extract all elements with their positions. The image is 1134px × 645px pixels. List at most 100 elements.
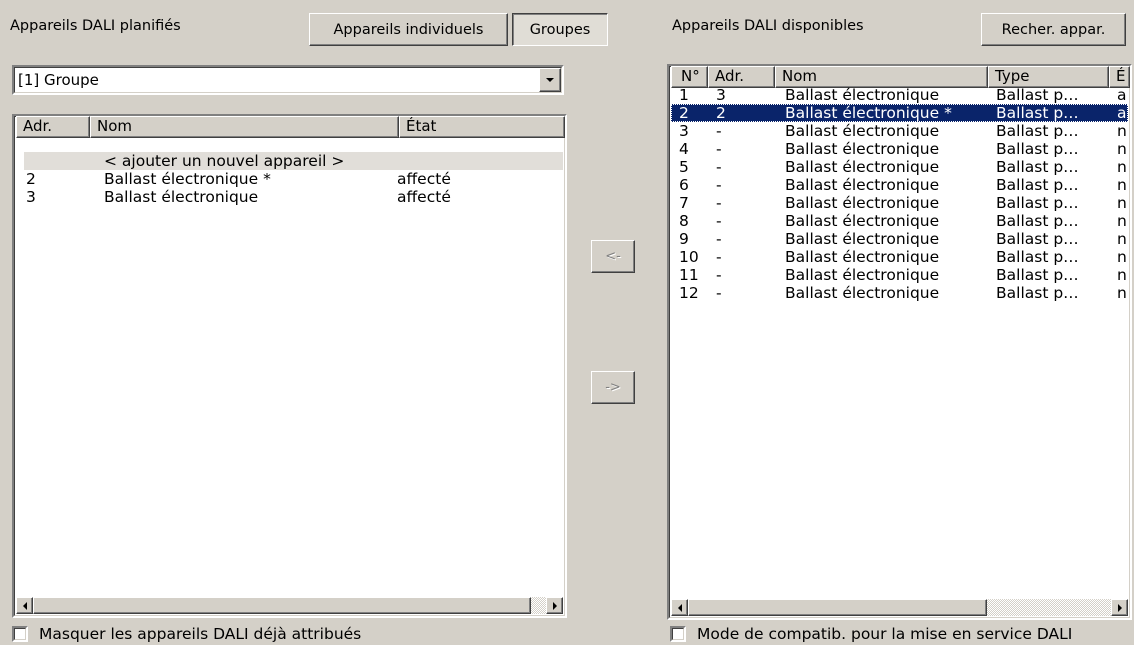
available-row-etat: n [1117, 140, 1127, 158]
available-col-type[interactable]: Type [988, 66, 1109, 88]
available-devices-title: Appareils DALI disponibles [672, 18, 864, 34]
available-row-type: Ballast p… [996, 248, 1079, 266]
available-row-n: 12 [679, 284, 699, 302]
move-right-button[interactable]: -> [591, 371, 635, 404]
available-row-adr: - [716, 122, 722, 140]
search-devices-label: Recher. appar. [1001, 21, 1106, 38]
table-row[interactable]: 1 3 Ballast électronique Ballast p… a [671, 86, 1128, 104]
available-row-adr: - [716, 230, 722, 248]
move-left-label: <- [605, 249, 621, 264]
arrow-right-icon [1117, 603, 1122, 612]
available-col-nom[interactable]: Nom [775, 66, 988, 88]
groups-label: Groupes [529, 21, 591, 38]
planned-row-adr: 3 [26, 188, 36, 206]
move-right-label: -> [605, 380, 621, 395]
available-col-adr[interactable]: Adr. [708, 66, 775, 88]
available-row-n: 7 [679, 194, 689, 212]
groups-button[interactable]: Groupes [512, 13, 608, 46]
arrow-right-icon [552, 601, 557, 610]
available-row-nom: Ballast électronique [785, 212, 940, 230]
available-row-nom: Ballast électronique [785, 122, 940, 140]
available-scroll-left-button[interactable] [671, 599, 688, 616]
compat-mode-label: Mode de compatib. pour la mise en servic… [697, 625, 1073, 643]
table-row[interactable]: 4 - Ballast électronique Ballast p… n [671, 140, 1128, 158]
available-devices-list[interactable]: N° Adr. Nom Type É 1 3 Ballast électroniqu… [667, 64, 1132, 620]
group-select-value: [1] Groupe [18, 71, 99, 89]
available-row-n: 3 [679, 122, 689, 140]
available-row-nom: Ballast électronique [785, 284, 940, 302]
available-row-nom: Ballast électronique [785, 158, 940, 176]
available-row-adr: - [716, 176, 722, 194]
available-row-type: Ballast p… [996, 140, 1079, 158]
available-row-n: 5 [679, 158, 689, 176]
available-row-nom: Ballast électronique [785, 248, 940, 266]
available-row-adr: - [716, 248, 722, 266]
available-row-etat: n [1117, 212, 1127, 230]
available-row-type: Ballast p… [996, 212, 1079, 230]
planned-scroll-left-button[interactable] [16, 597, 33, 614]
planned-row-nom: Ballast électronique * [104, 170, 271, 188]
table-row[interactable]: 10- Ballast électronique Ballast p… n [671, 248, 1128, 266]
available-row-type: Ballast p… [996, 266, 1079, 284]
planned-row-nom: Ballast électronique [104, 188, 259, 206]
available-scroll-thumb[interactable] [688, 599, 987, 616]
table-row[interactable]: 11- Ballast électronique Ballast p… n [671, 266, 1128, 284]
planned-col-etat[interactable]: État [399, 116, 565, 138]
available-row-etat: n [1117, 266, 1127, 284]
available-row-etat: n [1117, 122, 1127, 140]
available-row-etat: n [1117, 158, 1127, 176]
available-row-nom: Ballast électronique [785, 266, 940, 284]
table-row[interactable]: 2 2 Ballast électronique * Ballast p… a [671, 104, 1128, 122]
chevron-down-icon [546, 78, 554, 82]
available-row-type: Ballast p… [996, 194, 1079, 212]
available-row-etat: n [1117, 248, 1127, 266]
planned-scroll-thumb[interactable] [33, 597, 531, 614]
available-col-etat[interactable]: É [1109, 66, 1130, 88]
available-row-etat: n [1117, 194, 1127, 212]
hide-assigned-checkbox[interactable] [12, 626, 28, 642]
available-row-type: Ballast p… [996, 176, 1079, 194]
planned-devices-list[interactable]: Adr. Nom État < ajouter un nouvel appare… [12, 114, 567, 618]
group-select-dropdown-button[interactable] [539, 68, 561, 92]
search-devices-button[interactable]: Recher. appar. [981, 13, 1126, 46]
individual-devices-button[interactable]: Appareils individuels [309, 13, 508, 46]
table-row[interactable]: 9 - Ballast électronique Ballast p… n [671, 230, 1128, 248]
available-row-type: Ballast p… [996, 230, 1079, 248]
available-row-adr: - [716, 194, 722, 212]
available-row-adr: - [716, 158, 722, 176]
individual-devices-label: Appareils individuels [333, 21, 484, 38]
planned-col-adr[interactable]: Adr. [16, 116, 90, 138]
table-row[interactable]: 2 Ballast électronique * affecté [14, 170, 565, 188]
available-row-adr: 3 [716, 86, 726, 104]
table-row[interactable]: 7 - Ballast électronique Ballast p… n [671, 194, 1128, 212]
table-row[interactable]: 12- Ballast électronique Ballast p… n [671, 284, 1128, 302]
table-row[interactable]: 8 - Ballast électronique Ballast p… n [671, 212, 1128, 230]
hide-assigned-label: Masquer les appareils DALI déjà attribué… [39, 625, 362, 643]
compat-mode-checkbox[interactable] [670, 626, 686, 642]
add-new-device-row[interactable]: < ajouter un nouvel appareil > [24, 152, 563, 170]
available-row-type: Ballast p… [996, 122, 1079, 140]
available-row-type: Ballast p… [996, 284, 1079, 302]
table-row[interactable]: 6 - Ballast électronique Ballast p… n [671, 176, 1128, 194]
table-row[interactable]: 5 - Ballast électronique Ballast p… n [671, 158, 1128, 176]
arrow-left-icon [677, 603, 682, 612]
available-row-adr: - [716, 212, 722, 230]
planned-scroll-right-button[interactable] [546, 597, 563, 614]
planned-col-nom[interactable]: Nom [90, 116, 399, 138]
available-row-n: 4 [679, 140, 689, 158]
available-row-n: 1 [679, 86, 689, 104]
planned-scroll-track[interactable] [531, 597, 546, 614]
available-row-adr: - [716, 140, 722, 158]
group-select[interactable]: [1] Groupe [12, 65, 564, 95]
available-scroll-right-button[interactable] [1111, 599, 1128, 616]
move-left-button[interactable]: <- [591, 240, 635, 273]
available-row-nom: Ballast électronique [785, 140, 940, 158]
available-col-n[interactable]: N° [671, 66, 708, 88]
planned-row-etat: affecté [397, 170, 451, 188]
available-row-n: 8 [679, 212, 689, 230]
table-row[interactable]: 3 Ballast électronique affecté [14, 188, 565, 206]
table-row[interactable]: 3 - Ballast électronique Ballast p… n [671, 122, 1128, 140]
available-row-n: 9 [679, 230, 689, 248]
available-row-adr: - [716, 284, 722, 302]
available-scroll-track[interactable] [987, 599, 1111, 616]
